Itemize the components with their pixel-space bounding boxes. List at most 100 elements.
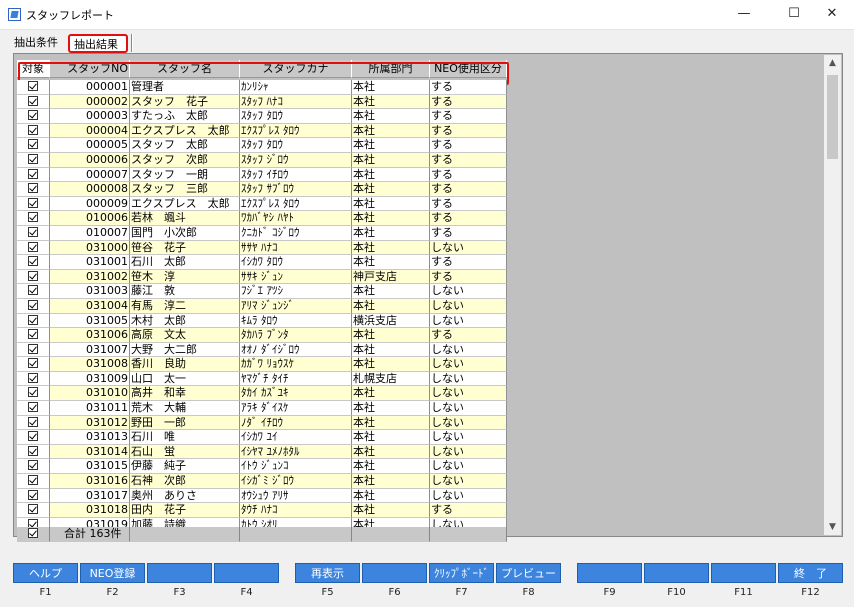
row-checkbox[interactable] [28, 329, 38, 340]
table-row[interactable]: 031013 石川 唯ｲｼｶﾜ ﾕｲ 本社 しない [17, 430, 507, 445]
row-checkbox[interactable] [28, 416, 38, 427]
column-header-neo-usage[interactable]: NEO使用区分 [430, 60, 507, 78]
row-checkbox[interactable] [28, 358, 38, 369]
table-row[interactable]: 031012 野田 一郎 ﾉﾀﾞ ｲﾁﾛｳ 本社 しない [17, 415, 507, 431]
function-key-f1-button[interactable]: ヘルプ [13, 563, 78, 583]
row-select-cell[interactable] [17, 474, 50, 489]
row-select-cell[interactable] [17, 152, 50, 168]
table-row[interactable]: 031009 山口 太一 ﾔﾏｸﾞﾁ ﾀｲﾁ 札幌支店 しない [17, 371, 507, 387]
vertical-scrollbar[interactable]: ▲ ▼ [824, 55, 841, 535]
column-header-staff-kana[interactable]: スタッフカナ [240, 60, 352, 78]
row-checkbox[interactable] [28, 372, 38, 383]
table-row[interactable]: 000004 エクスプレス 太郎 ｴｸｽﾌﾟﾚｽ ﾀﾛｳ 本社 する [17, 123, 507, 139]
row-select-cell[interactable] [17, 80, 50, 95]
row-checkbox[interactable] [28, 183, 38, 194]
row-select-cell[interactable] [17, 284, 50, 299]
row-select-cell[interactable] [17, 109, 50, 124]
row-select-cell[interactable] [17, 357, 50, 372]
row-select-cell[interactable] [17, 269, 50, 285]
table-row[interactable]: 000005 スタッフ 太郎 ｽﾀｯﾌ ﾀﾛｳ 本社 する [17, 138, 507, 153]
table-row[interactable]: 000006 スタッフ 次郎 ｽﾀｯﾌ ｼﾞﾛｳ 本社 する [17, 152, 507, 168]
row-checkbox[interactable] [28, 343, 38, 354]
row-checkbox[interactable] [28, 226, 38, 237]
function-key-f10-button[interactable] [644, 563, 709, 583]
table-row[interactable]: 031004 有馬 淳二 ｱﾘﾏ ｼﾞｭﾝｼﾞ 本社 しない [17, 298, 507, 314]
row-select-cell[interactable] [17, 459, 50, 475]
row-select-cell[interactable] [17, 167, 50, 183]
table-row[interactable]: 031011 荒木 大輔 ｱﾗｷ ﾀﾞｲｽｹ 本社 しない [17, 401, 507, 416]
row-checkbox[interactable] [28, 270, 38, 281]
row-select-cell[interactable] [17, 211, 50, 226]
row-checkbox[interactable] [28, 168, 38, 179]
function-key-f9-button[interactable] [577, 563, 642, 583]
row-select-cell[interactable] [17, 444, 50, 460]
row-checkbox[interactable] [28, 431, 38, 442]
column-header-department[interactable]: 所属部門 [352, 60, 430, 78]
table-row[interactable]: 031005 木村 太郎 ｷﾑﾗ ﾀﾛｳ 横浜支店 しない [17, 313, 507, 329]
table-row[interactable]: 000009 エクスプレス 太郎 ｴｸｽﾌﾟﾚｽ ﾀﾛｳ 本社 する [17, 196, 507, 212]
select-all-checkbox[interactable] [28, 528, 38, 538]
row-select-cell[interactable] [17, 430, 50, 445]
function-key-f12-button[interactable]: 終 了 [778, 563, 843, 583]
row-select-cell[interactable] [17, 371, 50, 387]
row-select-cell[interactable] [17, 196, 50, 212]
table-row[interactable]: 031001 石川 太郎 ｲｼｶﾜ ﾀﾛｳ 本社 する [17, 255, 507, 270]
function-key-f4-button[interactable] [214, 563, 279, 583]
row-select-cell[interactable] [17, 225, 50, 241]
table-row[interactable]: 031007 大野 大二郎 ｵｵﾉ ﾀﾞｲｼﾞﾛｳ 本社 しない [17, 342, 507, 358]
row-select-cell[interactable] [17, 415, 50, 431]
table-row[interactable]: 031010 高井 和幸 ﾀｶｲ ｶｽﾞﾕｷ 本社 しない [17, 386, 507, 402]
table-row[interactable]: 031002 笹木 淳ｻｻｷ ｼﾞｭﾝ 神戸支店 する [17, 269, 507, 285]
row-checkbox[interactable] [28, 256, 38, 267]
table-row[interactable]: 031008 香川 良助 ｶｶﾞﾜ ﾘｮｳｽｹ 本社 しない [17, 357, 507, 372]
row-select-cell[interactable] [17, 313, 50, 329]
row-checkbox[interactable] [28, 299, 38, 310]
row-checkbox[interactable] [28, 445, 38, 456]
row-select-cell[interactable] [17, 342, 50, 358]
tab-extract-results[interactable]: 抽出結果 [68, 34, 128, 53]
table-row[interactable]: 000001 管理者 ｶﾝﾘｼｬ 本社 する [17, 80, 507, 95]
row-select-cell[interactable] [17, 182, 50, 197]
close-button[interactable]: ✕ [810, 0, 854, 30]
footer-select-all-cell[interactable] [17, 527, 50, 542]
row-select-cell[interactable] [17, 328, 50, 343]
row-select-cell[interactable] [17, 240, 50, 256]
function-key-f6-button[interactable] [362, 563, 427, 583]
table-row[interactable]: 000007 スタッフ 一朗 ｽﾀｯﾌ ｲﾁﾛｳ 本社 する [17, 167, 507, 183]
table-row[interactable]: 031017 奥州 ありさ ｵｳｼｭｳ ｱﾘｻ 本社 しない [17, 488, 507, 504]
table-row[interactable]: 000002 スタッフ 花子 ｽﾀｯﾌ ﾊﾅｺ 本社 する [17, 94, 507, 110]
row-checkbox[interactable] [28, 402, 38, 413]
table-row[interactable]: 031003 藤江 敦ﾌｼﾞｴ ｱﾂｼ 本社 しない [17, 284, 507, 299]
scroll-down-icon[interactable]: ▼ [824, 519, 841, 535]
row-checkbox[interactable] [28, 95, 38, 106]
table-row[interactable]: 031018 田内 花子 ﾀｳﾁ ﾊﾅｺ 本社 する [17, 503, 507, 518]
table-row[interactable]: 031015 伊藤 純子 ｲﾄｳ ｼﾞｭﾝｺ 本社 しない [17, 459, 507, 475]
function-key-f7-button[interactable]: ｸﾘｯﾌﾟﾎﾞｰﾄﾞ [429, 563, 494, 583]
row-select-cell[interactable] [17, 94, 50, 110]
row-checkbox[interactable] [28, 197, 38, 208]
table-row[interactable]: 000003 すたっふ 太郎 ｽﾀｯﾌ ﾀﾛｳ 本社 する [17, 109, 507, 124]
row-select-cell[interactable] [17, 138, 50, 153]
row-checkbox[interactable] [28, 314, 38, 325]
function-key-f11-button[interactable] [711, 563, 776, 583]
scroll-up-icon[interactable]: ▲ [824, 55, 841, 71]
column-header-target[interactable]: 対象 [17, 60, 50, 78]
row-checkbox[interactable] [28, 285, 38, 296]
row-checkbox[interactable] [28, 460, 38, 471]
row-checkbox[interactable] [28, 153, 38, 164]
row-checkbox[interactable] [28, 124, 38, 135]
function-key-f3-button[interactable] [147, 563, 212, 583]
row-checkbox[interactable] [28, 504, 38, 515]
scroll-thumb[interactable] [827, 75, 838, 159]
table-row[interactable]: 031014 石山 蛍ｲｼﾔﾏ ﾕﾒﾉﾎﾀﾙ 本社 しない [17, 444, 507, 460]
row-checkbox[interactable] [28, 475, 38, 486]
row-select-cell[interactable] [17, 488, 50, 504]
row-checkbox[interactable] [28, 81, 38, 91]
table-row[interactable]: 010007 国門 小次郎 ｸﾆｶﾄﾞ ｺｼﾞﾛｳ 本社 する [17, 225, 507, 241]
column-header-staff-no[interactable]: スタッフNO [50, 60, 130, 78]
row-checkbox[interactable] [28, 110, 38, 121]
table-row[interactable]: 031006 高原 文太 ﾀｶﾊﾗ ﾌﾞﾝﾀ 本社 する [17, 328, 507, 343]
row-select-cell[interactable] [17, 298, 50, 314]
table-row[interactable]: 031000 笹谷 花子 ｻｻﾔ ﾊﾅｺ 本社 しない [17, 240, 507, 256]
function-key-f8-button[interactable]: プレビュー [496, 563, 561, 583]
